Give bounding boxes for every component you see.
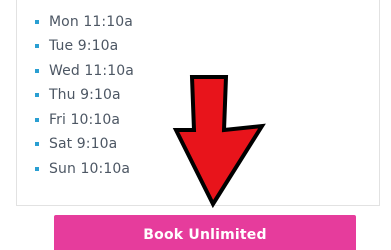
schedule-list: Mon 11:10a Tue 9:10a Wed 11:10a Thu 9:10… xyxy=(35,10,134,182)
booking-panel: Mon 11:10a Tue 9:10a Wed 11:10a Thu 9:10… xyxy=(0,0,391,250)
book-unlimited-button[interactable]: Book Unlimited xyxy=(54,215,356,250)
bullet-icon xyxy=(35,142,39,146)
schedule-item-sun: Sun 10:10a xyxy=(35,157,134,180)
bullet-icon xyxy=(35,166,39,171)
schedule-item-label: Sat 9:10a xyxy=(49,136,118,152)
schedule-item-mon: Mon 11:10a xyxy=(35,10,134,33)
bullet-icon xyxy=(35,19,39,24)
schedule-item-label: Thu 9:10a xyxy=(49,87,121,103)
schedule-item-label: Sun 10:10a xyxy=(49,160,131,177)
schedule-item-label: Tue 9:10a xyxy=(49,38,119,54)
bullet-icon xyxy=(35,68,39,73)
schedule-item-thu: Thu 9:10a xyxy=(35,84,134,107)
schedule-item-fri: Fri 10:10a xyxy=(35,108,134,131)
schedule-item-label: Wed 11:10a xyxy=(49,62,134,79)
schedule-item-label: Mon 11:10a xyxy=(49,13,133,30)
bullet-icon xyxy=(35,93,39,97)
schedule-item-label: Fri 10:10a xyxy=(49,111,121,128)
schedule-item-wed: Wed 11:10a xyxy=(35,59,134,82)
schedule-item-sat: Sat 9:10a xyxy=(35,133,134,156)
schedule-item-tue: Tue 9:10a xyxy=(35,35,134,58)
bullet-icon xyxy=(35,44,39,48)
bullet-icon xyxy=(35,117,39,122)
down-arrow-icon xyxy=(172,75,266,209)
